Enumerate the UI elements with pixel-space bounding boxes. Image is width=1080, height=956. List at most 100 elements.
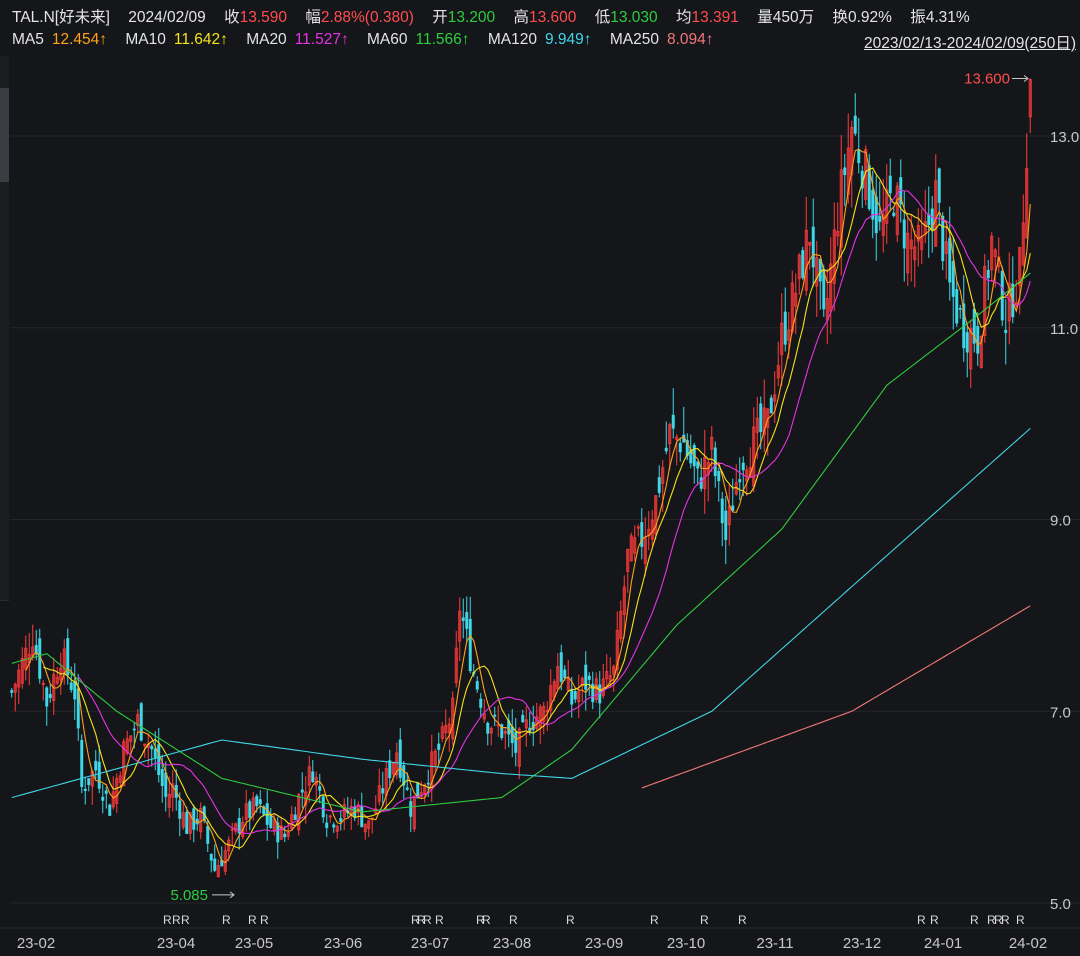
candle-body [937,168,941,203]
candle-body [209,853,213,861]
candle-body [570,688,574,705]
candle-body [818,258,822,282]
x-tick-label: 23-06 [324,935,362,952]
x-tick-label: 23-08 [493,935,531,952]
rights-marker: R [700,913,709,927]
rights-marker: R [650,913,659,927]
candle-body [10,690,14,693]
kline-chart[interactable]: 13.0 11.0 9.0 7.0 5.0 23-02 23-04 23-05 23-06 23-… [0,0,1080,956]
candle-body [486,722,490,734]
candle-body [955,289,959,324]
candle-body [521,714,525,723]
rights-marker: R [509,913,518,927]
x-tick-label: 23-07 [411,935,449,952]
candle-body [87,778,91,785]
x-tick-label: 23-04 [157,935,195,952]
candle-body [664,447,668,452]
candle-body [255,795,259,807]
ma250-line [641,605,1031,789]
candle-body [318,786,322,791]
candle-body [514,731,518,753]
candle-body [325,822,329,829]
candle-body [465,612,469,629]
x-tick-label: 23-10 [667,935,705,952]
candle-body [857,150,861,164]
candle-body [584,664,588,690]
candle-body [759,403,763,433]
low-annotation-arrow [212,891,235,899]
candle-body [321,796,325,818]
candle-body [696,461,700,469]
candle-body [671,414,675,429]
candle-body [45,687,49,707]
y-tick-label: 7.0 [1050,704,1071,721]
rights-marker: R [1001,913,1010,927]
candle-body [902,219,906,249]
candle-body [426,782,430,785]
candle-body [73,681,77,700]
candle-body [801,250,805,278]
candle-body [206,825,210,844]
candle-body [958,308,962,310]
candle-body [388,760,392,779]
candle-body [563,669,567,679]
candle-body [160,768,164,787]
ma10-line [43,167,1031,849]
candle-body [48,694,52,698]
candle-body [717,471,721,482]
candle-body [283,833,287,838]
candle-body [738,479,742,483]
candle-body [339,818,343,822]
candle-body [185,811,189,834]
candle-body [178,800,182,819]
candle-body [468,618,472,672]
candle-body [101,796,105,801]
candle-body [783,311,787,345]
candle-body [699,477,703,489]
candle-body [405,787,409,790]
x-tick-label: 24-01 [924,935,962,952]
y-tick-label: 13.0 [1050,129,1079,146]
rights-marker: R [222,913,231,927]
rights-marker: R [248,913,257,927]
candle-body [258,799,262,805]
candle-body [948,237,952,283]
x-tick-label: 23-11 [756,935,793,952]
x-tick-label: 23-09 [585,935,623,952]
candle-body [248,801,252,818]
candle-body [104,790,108,794]
candle-body [108,804,112,816]
rights-marker: R [181,913,190,927]
rights-marker: R [738,913,747,927]
candle-body [195,818,199,825]
candle-body [269,815,273,828]
rights-marker: R [917,913,926,927]
candle-body [657,477,661,493]
candle-body [139,703,143,741]
rights-marker: R [423,913,432,927]
candle-body [293,814,297,821]
candle-body [941,215,945,262]
y-tick-label: 11.0 [1050,321,1078,338]
candle-body [1004,329,1008,333]
rights-marker: R [435,913,444,927]
candle-body [475,681,479,690]
candle-body [741,462,745,471]
candle-body [461,617,465,621]
candle-body [409,801,413,817]
candle-body [164,772,168,797]
candle-body [153,748,157,758]
x-tick-label: 24-02 [1009,935,1047,952]
candle-body [69,682,73,691]
candle-body [951,261,955,297]
high-annotation-arrow [1012,75,1029,82]
candle-body [986,270,990,279]
y-tick-label: 5.0 [1050,896,1071,913]
candle-body [927,214,931,225]
high-annotation: 13.600 [964,70,1010,87]
rights-marker: R [566,913,575,927]
x-tick-label: 23-05 [235,935,273,952]
rights-marker: R [930,913,939,927]
candle-body [94,760,98,771]
candle-body [892,212,896,216]
